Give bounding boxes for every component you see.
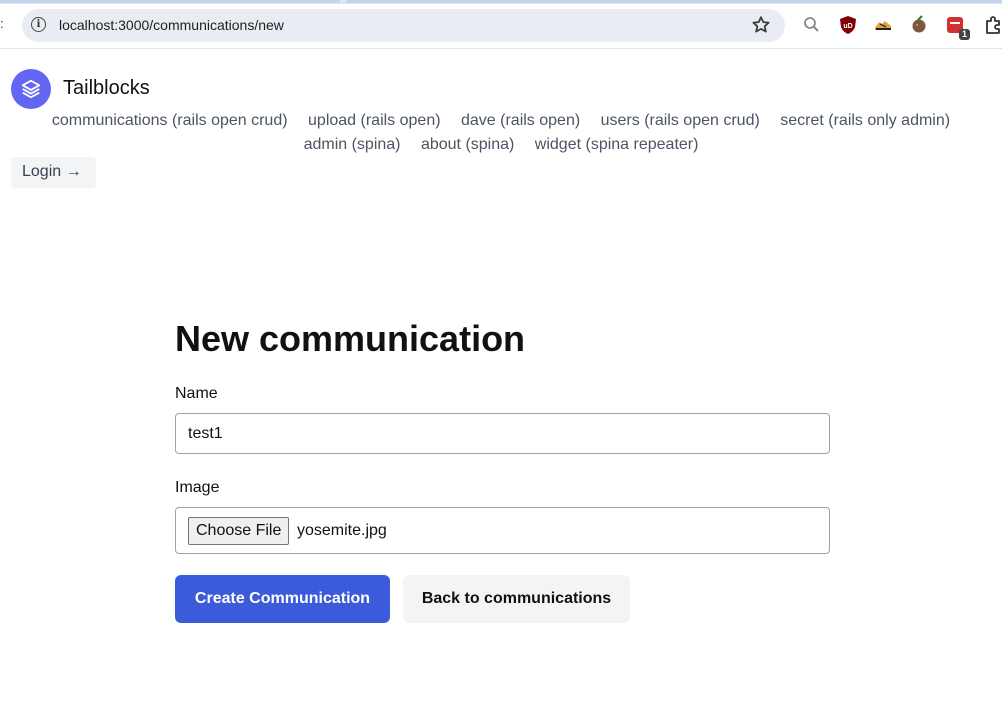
cut-off-glyph: :	[0, 16, 4, 31]
address-bar-url[interactable]: localhost:3000/communications/new	[59, 17, 284, 33]
nav-link-users[interactable]: users (rails open crud)	[601, 112, 760, 129]
primary-nav: communications (rails open crud) upload …	[0, 112, 1002, 130]
login-button-label: Login →	[22, 163, 82, 180]
ublock-shield-icon[interactable]: uD	[838, 15, 858, 35]
todo-list-icon[interactable]: 1	[945, 15, 970, 40]
selected-file-name: yosemite.jpg	[297, 522, 387, 539]
image-label: Image	[175, 479, 220, 496]
image-file-field[interactable]: Choose File yosemite.jpg	[175, 507, 830, 554]
nav-link-about[interactable]: about (spina)	[421, 136, 514, 153]
nav-link-admin[interactable]: admin (spina)	[304, 136, 401, 153]
name-input[interactable]	[175, 413, 830, 454]
create-communication-button[interactable]: Create Communication	[175, 575, 390, 623]
nav-link-communications[interactable]: communications (rails open crud)	[52, 112, 288, 129]
nav-link-widget[interactable]: widget (spina repeater)	[535, 136, 699, 153]
sneaker-icon[interactable]	[873, 15, 893, 35]
nav-link-dave[interactable]: dave (rails open)	[461, 112, 580, 129]
ublock-label: uD	[843, 23, 852, 30]
inactive-tab-edge[interactable]	[346, 0, 1002, 3]
coconut-icon[interactable]	[909, 15, 929, 35]
extension-badge: 1	[958, 29, 970, 40]
site-info-icon[interactable]: i	[31, 17, 46, 32]
secondary-nav: admin (spina) about (spina) widget (spin…	[0, 136, 1002, 154]
login-button[interactable]: Login →	[11, 157, 96, 188]
browser-toolbar: : i localhost:3000/communications/new uD…	[0, 4, 1002, 49]
name-label: Name	[175, 385, 218, 402]
nav-link-upload[interactable]: upload (rails open)	[308, 112, 441, 129]
puzzle-extensions-icon[interactable]	[983, 15, 1002, 35]
choose-file-button[interactable]: Choose File	[188, 517, 290, 545]
back-to-communications-button[interactable]: Back to communications	[403, 575, 630, 623]
address-bar[interactable]: i localhost:3000/communications/new	[22, 9, 785, 42]
search-lens-icon[interactable]	[802, 15, 822, 35]
brand-name[interactable]: Tailblocks	[63, 77, 150, 100]
nav-link-secret[interactable]: secret (rails only admin)	[780, 112, 950, 129]
page-title: New communication	[175, 318, 526, 359]
logo-icon[interactable]	[11, 69, 51, 109]
bookmark-star-icon[interactable]	[749, 13, 773, 37]
active-tab-edge[interactable]	[0, 0, 340, 3]
